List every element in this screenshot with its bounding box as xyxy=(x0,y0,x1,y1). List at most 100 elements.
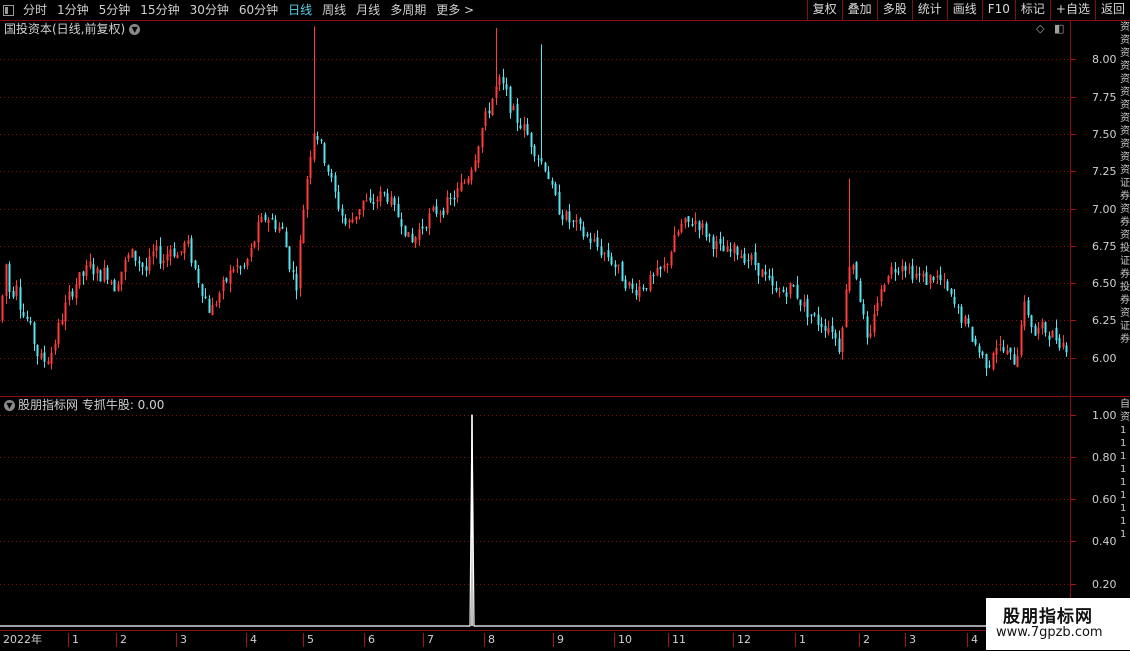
candle-body xyxy=(813,313,816,315)
candle-body xyxy=(334,175,337,192)
indicator-grid xyxy=(0,415,1070,585)
candle-body xyxy=(460,182,463,191)
candle-body xyxy=(166,254,169,261)
candle-body xyxy=(743,253,746,264)
candle-body xyxy=(834,332,837,339)
candle-body xyxy=(1055,327,1058,341)
candle-body xyxy=(652,274,655,276)
candle-body xyxy=(831,325,834,333)
stock-list-glyph: 资 xyxy=(1120,113,1130,124)
stock-list-glyph: 证 xyxy=(1120,178,1130,189)
candle-body xyxy=(666,263,669,266)
candle-body xyxy=(33,322,36,345)
candle-body xyxy=(43,352,46,362)
candle-body xyxy=(257,221,260,243)
candle-body xyxy=(68,291,71,300)
candle-body xyxy=(404,225,407,236)
candle-body xyxy=(852,264,855,270)
candle-body xyxy=(75,284,78,299)
candle-body xyxy=(1023,301,1026,327)
candle-body xyxy=(435,206,438,214)
candle-body xyxy=(376,199,379,202)
candle-body xyxy=(687,216,690,222)
candle-body xyxy=(771,276,774,286)
indicator-axis-label: 0.40 xyxy=(1092,534,1117,548)
candle-body xyxy=(621,261,624,282)
candle-body xyxy=(12,290,15,297)
candle-body xyxy=(1058,337,1061,348)
candle-body xyxy=(526,124,529,135)
candle-body xyxy=(768,275,771,279)
candle-body xyxy=(71,291,74,297)
candle-body xyxy=(824,325,827,331)
candle-body xyxy=(607,250,610,258)
price-axis-tick xyxy=(1071,97,1076,98)
candle-body xyxy=(684,218,687,223)
candle-body xyxy=(904,265,907,271)
candle-body xyxy=(796,284,799,299)
candle-body xyxy=(740,256,743,259)
candle-body xyxy=(54,343,57,351)
candle-body xyxy=(292,269,295,272)
candle-body xyxy=(820,324,823,328)
candle-body xyxy=(1030,315,1033,328)
candle-body xyxy=(806,298,809,318)
candle-body xyxy=(789,282,792,295)
candle-body xyxy=(407,232,410,237)
candle-body xyxy=(974,338,977,345)
candle-body xyxy=(5,264,8,296)
indicator-axis-label: 0.60 xyxy=(1092,492,1117,506)
candle-body xyxy=(498,77,501,86)
candle-body xyxy=(341,208,344,216)
candle-body xyxy=(288,246,291,270)
candle-body xyxy=(250,247,253,258)
candle-body xyxy=(124,259,127,272)
candle-body xyxy=(243,265,246,267)
candle-body xyxy=(939,274,942,281)
candle-body xyxy=(957,306,960,308)
candle-body xyxy=(810,314,813,316)
candle-body xyxy=(439,213,442,215)
stock-list-glyph: 自 xyxy=(1120,399,1130,410)
candle-body xyxy=(351,219,354,223)
candle-body xyxy=(953,296,956,304)
candle-body xyxy=(173,248,176,257)
stock-list-glyph: 资 xyxy=(1120,204,1130,215)
candle-body xyxy=(134,250,137,261)
indicator-title[interactable]: ▼ 股朋指标网 专抓牛股: 0.00 xyxy=(4,398,164,413)
candle-body xyxy=(950,289,953,295)
candle-body xyxy=(579,218,582,224)
date-axis-label: 2022年 xyxy=(3,633,42,646)
candle-body xyxy=(516,104,519,123)
candle-body xyxy=(1013,354,1016,365)
candle-body xyxy=(530,133,533,147)
candle-body xyxy=(180,251,183,253)
date-axis-label: 11 xyxy=(668,633,686,647)
candle-body xyxy=(82,271,85,276)
stock-list-bottom: 自资 1 1 1 1 1 1 1 1 1 xyxy=(1120,398,1130,541)
candle-body xyxy=(582,226,585,237)
pane-separator[interactable] xyxy=(0,396,1130,397)
candle-body xyxy=(1048,335,1051,340)
chevron-down-icon[interactable]: ▼ xyxy=(4,400,15,411)
candle-body xyxy=(705,223,708,237)
candle-body xyxy=(876,302,879,312)
candle-body xyxy=(211,305,214,316)
candle-body xyxy=(505,84,508,90)
candle-body xyxy=(456,188,459,198)
date-axis-label: 12 xyxy=(733,633,751,647)
candle-body xyxy=(215,303,218,305)
candle-body xyxy=(799,299,802,306)
candle-body xyxy=(495,86,498,98)
candle-body xyxy=(15,285,18,296)
candle-body xyxy=(943,279,946,281)
candle-body xyxy=(176,254,179,259)
chart-area[interactable] xyxy=(0,0,1130,650)
candle-body xyxy=(901,265,904,272)
stock-list-glyph: 券 xyxy=(1120,191,1130,202)
candle-body xyxy=(932,276,935,281)
candlestick-series xyxy=(1,26,1068,377)
stock-list-glyph: 券 xyxy=(1120,295,1130,306)
candle-body xyxy=(589,238,592,243)
stock-list-strip[interactable]: 资资资资资资资资资资资资证券资券资投证券投券资证券 自资111111111 xyxy=(1120,21,1130,630)
